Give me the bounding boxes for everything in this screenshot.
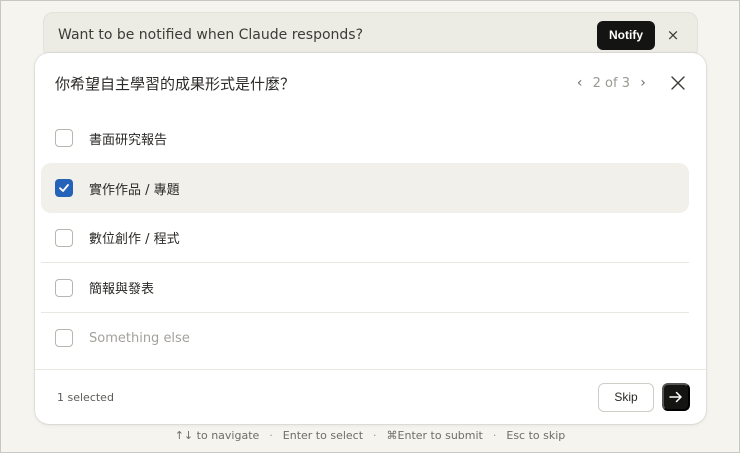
card-header: 你希望自主學習的成果形式是什麼？ ‹ 2 of 3 › (35, 53, 706, 113)
hint-separator: · (373, 429, 377, 442)
skip-button[interactable]: Skip (598, 382, 654, 412)
next-button[interactable] (662, 383, 690, 411)
question-card: 你希望自主學習的成果形式是什麼？ ‹ 2 of 3 › 書面研究報告 實作作品 … (35, 53, 706, 424)
notification-banner: Want to be notified when Claude responds… (43, 12, 698, 58)
hint-navigate: ↑↓ to navigate (174, 429, 260, 442)
option-label: 簡報與發表 (89, 282, 155, 297)
other-input-placeholder[interactable]: Something else (89, 331, 190, 346)
checkbox[interactable] (55, 228, 73, 247)
hint-submit: ⌘Enter to submit (386, 429, 483, 442)
option-label: 書面研究報告 (89, 132, 168, 148)
checkbox[interactable] (55, 129, 73, 147)
option-item-selected[interactable]: 實作作品 / 專題 (41, 163, 689, 213)
checkmark-icon (59, 184, 69, 192)
banner-close-icon[interactable]: × (663, 26, 683, 44)
page-count: 2 of 3 (592, 75, 630, 91)
option-label: 實作作品 / 專題 (89, 182, 180, 198)
checkbox-checked[interactable] (55, 179, 73, 197)
option-label: 數位創作 / 程式 (89, 232, 180, 247)
arrow-right-icon (669, 391, 682, 403)
selected-count: 1 selected (57, 390, 114, 404)
option-item[interactable]: 簡報與發表 (41, 263, 689, 313)
prev-page-icon[interactable]: ‹ (571, 75, 589, 91)
checkbox[interactable] (55, 278, 73, 297)
banner-text: Want to be notified when Claude responds… (58, 27, 363, 43)
close-icon[interactable] (668, 73, 688, 93)
next-page-icon[interactable]: › (634, 75, 652, 91)
keyboard-hints: ↑↓ to navigate · Enter to select · ⌘Ente… (1, 429, 739, 442)
options-list: 書面研究報告 實作作品 / 專題 數位創作 / 程式 簡報與發表 Somethi… (41, 113, 689, 363)
notify-button[interactable]: Notify (597, 20, 655, 50)
question-title: 你希望自主學習的成果形式是什麼？ (55, 74, 296, 93)
hint-separator: · (269, 429, 273, 442)
hint-select: Enter to select (282, 429, 364, 442)
option-item[interactable]: 書面研究報告 (41, 113, 689, 163)
hint-separator: · (492, 429, 497, 442)
option-item[interactable]: 數位創作 / 程式 (41, 213, 689, 263)
checkbox[interactable] (55, 329, 73, 347)
option-item-other[interactable]: Something else (41, 313, 689, 363)
hint-skip: Esc to skip (506, 429, 566, 442)
card-footer: 1 selected Skip (35, 369, 706, 424)
pager: ‹ 2 of 3 › (571, 75, 652, 91)
